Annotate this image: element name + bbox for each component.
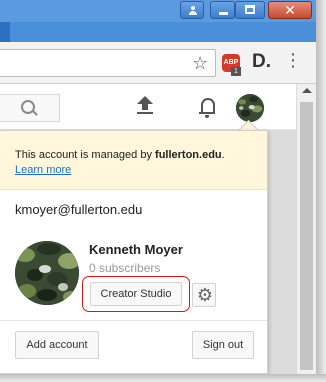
browser-window: ✕ ☆ ABP 1 D. ⋮ This account is managed b…	[0, 0, 316, 374]
window-shadow-right	[316, 0, 326, 382]
subscriber-count: 0 subscribers	[89, 261, 161, 275]
notice-domain: fullerton.edu	[155, 149, 222, 161]
account-name: Kenneth Moyer	[89, 242, 183, 257]
close-button[interactable]: ✕	[268, 1, 312, 19]
account-email: kmoyer@fullerton.edu	[15, 202, 143, 217]
learn-more-link[interactable]: Learn more	[15, 164, 71, 176]
notifications-bell-icon[interactable]	[198, 96, 216, 118]
address-bar[interactable]: ☆	[0, 49, 216, 77]
minimize-icon	[219, 12, 228, 15]
profile-avatar[interactable]	[15, 241, 79, 305]
add-account-button[interactable]: Add account	[15, 331, 99, 359]
search-button[interactable]	[0, 94, 60, 122]
bookmark-star-icon[interactable]: ☆	[192, 53, 208, 73]
account-dropdown: This account is managed by fullerton.edu…	[0, 130, 268, 374]
minimize-button[interactable]	[210, 1, 235, 19]
settings-button[interactable]: ⚙	[192, 283, 216, 307]
adblock-badge: 1	[231, 67, 241, 76]
scroll-thumb[interactable]	[300, 102, 313, 370]
sign-out-button[interactable]: Sign out	[192, 331, 254, 359]
browser-menu-icon[interactable]: ⋮	[284, 49, 302, 71]
tab-edge[interactable]	[0, 22, 10, 42]
divider	[0, 320, 267, 321]
account-avatar[interactable]	[236, 94, 264, 122]
user-icon	[189, 6, 197, 15]
highlight-annotation	[82, 276, 190, 312]
user-switch-button[interactable]	[180, 1, 204, 19]
notice-text: This account is managed by fullerton.edu…	[15, 149, 225, 161]
vertical-scrollbar[interactable]	[296, 84, 316, 374]
window-shadow-bottom	[0, 374, 326, 382]
close-icon: ✕	[284, 2, 296, 18]
maximize-icon	[245, 5, 255, 14]
browser-toolbar: ☆ ABP 1 D. ⋮	[0, 42, 316, 84]
youtube-header	[0, 84, 316, 130]
gear-icon: ⚙	[196, 285, 214, 305]
d-extension-icon[interactable]: D.	[252, 51, 271, 73]
search-icon	[21, 100, 35, 114]
maximize-button[interactable]	[235, 1, 265, 19]
tab-strip	[0, 22, 316, 42]
upload-icon[interactable]	[136, 96, 154, 116]
scroll-up-arrow-icon[interactable]	[302, 88, 312, 93]
managed-account-notice: This account is managed by fullerton.edu…	[0, 131, 267, 190]
